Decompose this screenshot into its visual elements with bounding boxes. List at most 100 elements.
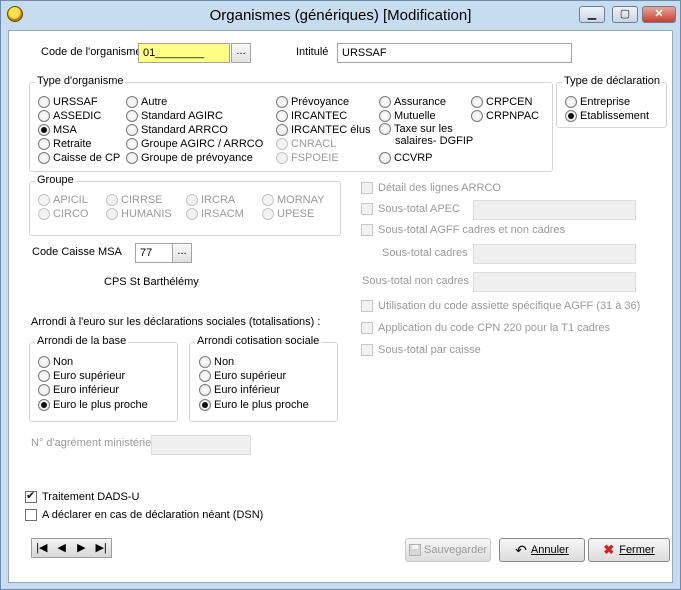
radio-circle[interactable]: [471, 110, 483, 122]
radio-type-organisme[interactable]: Assurance: [379, 96, 446, 108]
sous-total-agff-checkbox[interactable]: Sous-total AGFF cadres et non cadres: [361, 224, 565, 236]
radio-circle[interactable]: [38, 370, 50, 382]
radio-circle[interactable]: [126, 138, 138, 150]
radio-circle[interactable]: [106, 208, 118, 220]
radio-circle[interactable]: [38, 96, 50, 108]
checkbox-box[interactable]: [361, 344, 373, 356]
radio-base-euro-superieur[interactable]: Euro supérieur: [38, 370, 125, 382]
caisse-msa-lookup-button[interactable]: ...: [172, 243, 192, 263]
radio-circle[interactable]: [126, 124, 138, 136]
radio-circle[interactable]: [106, 194, 118, 206]
radio-cirrse[interactable]: CIRRSE: [106, 194, 163, 206]
radio-circle[interactable]: [38, 152, 50, 164]
radio-base-euro-inferieur[interactable]: Euro inférieur: [38, 384, 119, 396]
radio-circle[interactable]: [38, 384, 50, 396]
radio-cot-euro-superieur[interactable]: Euro supérieur: [199, 370, 286, 382]
radio-humanis[interactable]: HUMANIS: [106, 208, 172, 220]
radio-circle[interactable]: [126, 96, 138, 108]
radio-type-organisme[interactable]: FSPOEIE: [276, 152, 339, 164]
detail-arrco-checkbox[interactable]: Détail des lignes ARRCO: [361, 182, 501, 194]
radio-circle[interactable]: [565, 110, 577, 122]
radio-circle[interactable]: [199, 356, 211, 368]
radio-circle[interactable]: [199, 370, 211, 382]
radio-entreprise[interactable]: Entreprise: [565, 96, 630, 108]
radio-circle[interactable]: [126, 152, 138, 164]
radio-type-organisme[interactable]: IRCANTEC: [276, 110, 347, 122]
last-record-icon[interactable]: ▶|: [92, 540, 110, 556]
radio-circle[interactable]: [199, 399, 211, 411]
radio-circle[interactable]: [379, 110, 391, 122]
radio-type-organisme[interactable]: Groupe de prévoyance: [126, 152, 253, 164]
radio-type-organisme[interactable]: salaires- DGFIP: [395, 135, 473, 147]
minimize-button[interactable]: ▁: [579, 6, 605, 23]
radio-type-organisme[interactable]: IRCANTEC élus: [276, 124, 370, 136]
radio-cot-euro-plus-proche[interactable]: Euro le plus proche: [199, 399, 309, 411]
radio-type-organisme[interactable]: CRPNPAC: [471, 110, 539, 122]
radio-upese[interactable]: UPESE: [262, 208, 314, 220]
close-button[interactable]: ✖ Fermer: [588, 538, 670, 562]
radio-circle[interactable]: [126, 110, 138, 122]
radio-type-organisme[interactable]: Standard ARRCO: [126, 124, 228, 136]
radio-circle[interactable]: [276, 96, 288, 108]
radio-cot-non[interactable]: Non: [199, 356, 234, 368]
radio-circle[interactable]: [186, 194, 198, 206]
sous-total-cadres-input[interactable]: [473, 244, 636, 264]
radio-type-organisme[interactable]: CNRACL: [276, 138, 336, 150]
sous-total-apec-input[interactable]: [473, 200, 636, 220]
checkbox-box[interactable]: [361, 224, 373, 236]
radio-cot-euro-inferieur[interactable]: Euro inférieur: [199, 384, 280, 396]
radio-circle[interactable]: [186, 208, 198, 220]
radio-circle[interactable]: [276, 110, 288, 122]
radio-circle[interactable]: [276, 138, 288, 150]
radio-circle[interactable]: [38, 110, 50, 122]
radio-type-organisme[interactable]: Taxe sur les: [379, 123, 453, 135]
sous-total-non-cadres-input[interactable]: [473, 272, 636, 292]
radio-circle[interactable]: [379, 96, 391, 108]
radio-type-organisme[interactable]: Prévoyance: [276, 96, 349, 108]
caisse-msa-input[interactable]: 77: [135, 243, 173, 263]
radio-mornay[interactable]: MORNAY: [262, 194, 324, 206]
radio-ircra[interactable]: IRCRA: [186, 194, 235, 206]
radio-circle[interactable]: [199, 384, 211, 396]
code-organisme-input[interactable]: 01________: [138, 43, 230, 63]
utilisation-agff-checkbox[interactable]: Utilisation du code assiette spécifique …: [361, 300, 640, 312]
code-organisme-lookup-button[interactable]: ...: [231, 43, 251, 63]
checkbox-box[interactable]: [361, 322, 373, 334]
radio-circle[interactable]: [276, 152, 288, 164]
radio-circle[interactable]: [38, 399, 50, 411]
radio-apicil[interactable]: APICIL: [38, 194, 88, 206]
radio-etablissement[interactable]: Etablissement: [565, 110, 649, 122]
radio-type-organisme[interactable]: Mutuelle: [379, 110, 436, 122]
radio-circle[interactable]: [38, 194, 50, 206]
sous-total-apec-checkbox[interactable]: Sous-total APEC: [361, 203, 460, 215]
save-button[interactable]: Sauvegarder: [405, 538, 491, 562]
radio-circle[interactable]: [565, 96, 577, 108]
traitement-dads-checkbox[interactable]: Traitement DADS-U: [25, 489, 139, 503]
checkbox-box[interactable]: [25, 489, 37, 503]
maximize-button[interactable]: ▢: [612, 6, 638, 23]
radio-type-organisme[interactable]: Caisse de CP: [38, 152, 120, 164]
checkbox-box[interactable]: [361, 203, 373, 215]
radio-type-organisme[interactable]: URSSAF: [38, 96, 98, 108]
radio-circle[interactable]: [276, 124, 288, 136]
cancel-button[interactable]: ↶ Annuler: [499, 538, 585, 562]
title-bar[interactable]: Organismes (génériques) [Modification] ▁…: [1, 1, 680, 29]
radio-circle[interactable]: [38, 208, 50, 220]
radio-circle[interactable]: [262, 208, 274, 220]
radio-type-organisme[interactable]: Groupe AGIRC / ARRCO: [126, 138, 263, 150]
sous-total-caisse-checkbox[interactable]: Sous-total par caisse: [361, 344, 481, 356]
intitule-input[interactable]: URSSAF: [337, 43, 572, 63]
checkbox-box[interactable]: [361, 182, 373, 194]
radio-circle[interactable]: [38, 356, 50, 368]
next-record-icon[interactable]: ▶: [72, 540, 90, 556]
radio-type-organisme[interactable]: ASSEDIC: [38, 110, 101, 122]
radio-base-euro-plus-proche[interactable]: Euro le plus proche: [38, 399, 148, 411]
declarer-neant-checkbox[interactable]: A déclarer en cas de déclaration néant (…: [25, 509, 263, 521]
radio-type-organisme[interactable]: CRPCEN: [471, 96, 532, 108]
radio-type-organisme[interactable]: Standard AGIRC: [126, 110, 223, 122]
radio-type-organisme[interactable]: CCVRP: [379, 152, 433, 164]
radio-type-organisme[interactable]: Autre: [126, 96, 167, 108]
radio-circle[interactable]: [379, 123, 391, 135]
radio-circle[interactable]: [471, 96, 483, 108]
radio-type-organisme[interactable]: MSA: [38, 124, 77, 136]
